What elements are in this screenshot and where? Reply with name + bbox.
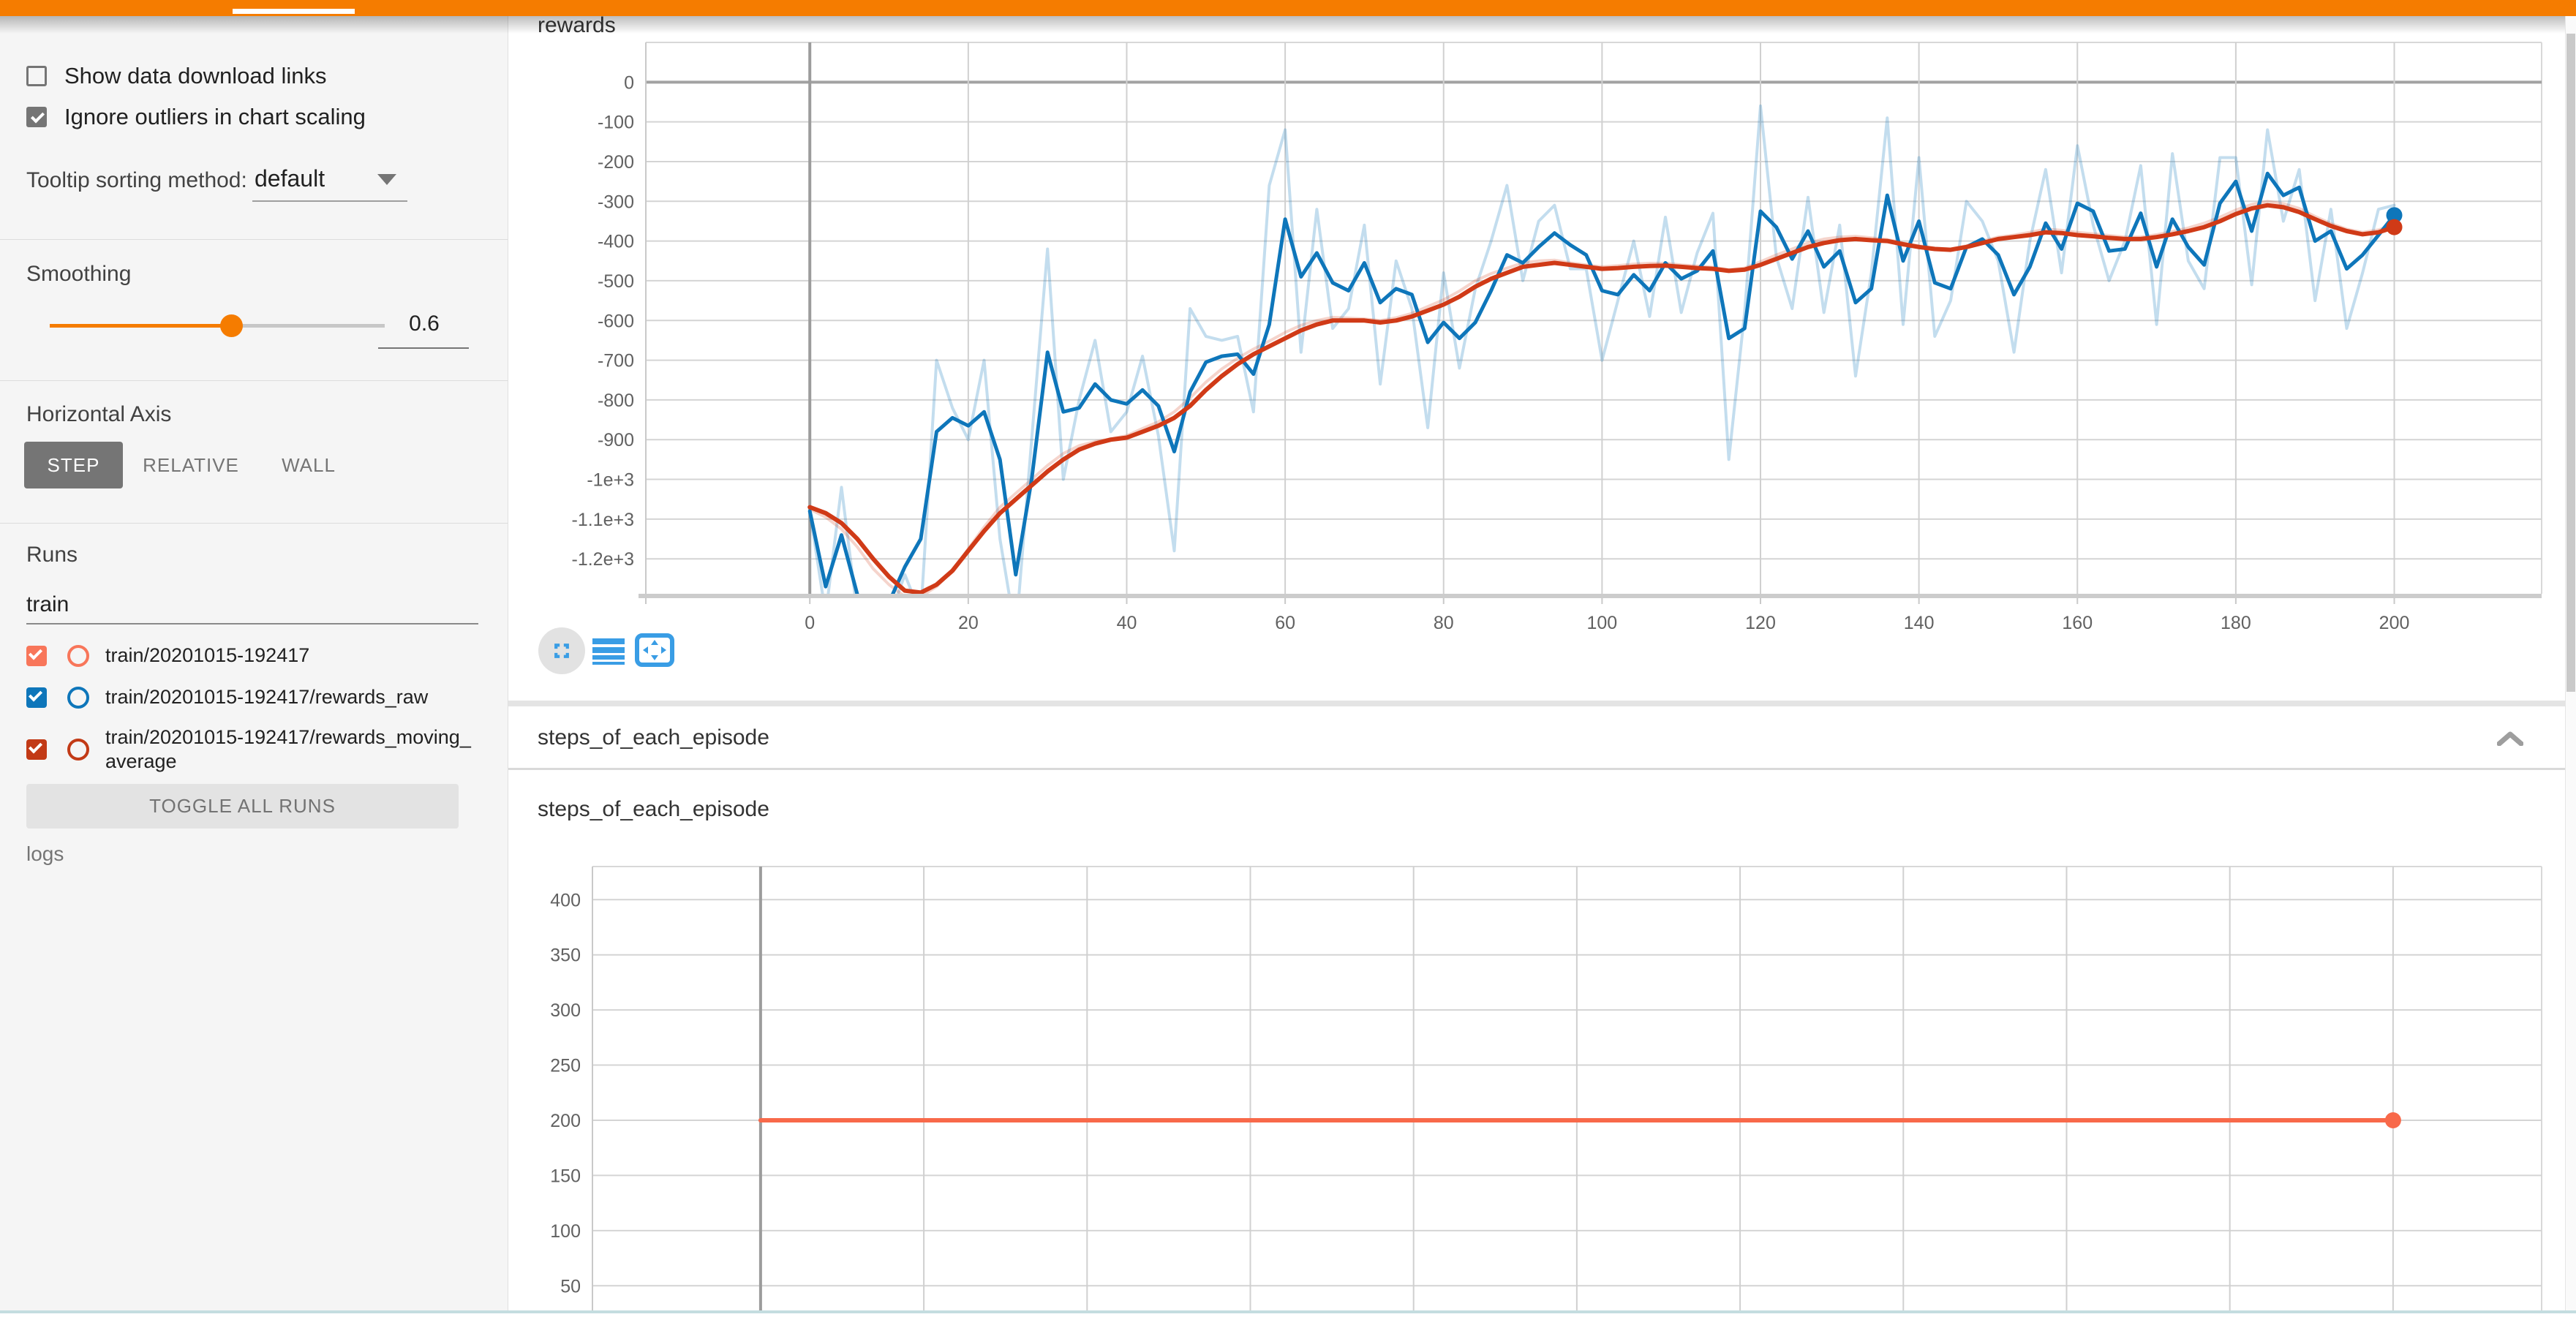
run-row-1[interactable]: train/20201015-192417 xyxy=(26,644,481,668)
rewards-chart[interactable]: 0 -100 -200 -300 -400 -500 -600 -700 -800 -900 -1e… xyxy=(508,29,2576,701)
run-checkbox-1[interactable] xyxy=(26,646,47,666)
run-label-2: train/20201015-192417/rewards_raw xyxy=(105,685,481,709)
steps-chart[interactable]: 400 350 300 250 200 150 100 50 xyxy=(508,774,2576,1313)
collapse-chevron-icon[interactable] xyxy=(2497,731,2523,746)
fullscreen-button[interactable] xyxy=(538,627,585,674)
svg-text:140: 140 xyxy=(1904,613,1935,633)
smoothing-slider-fill xyxy=(50,324,231,328)
smoothing-label: Smoothing xyxy=(26,262,131,287)
svg-text:180: 180 xyxy=(2221,613,2251,633)
svg-text:100: 100 xyxy=(1587,613,1618,633)
run-filter-input[interactable]: train xyxy=(26,592,69,617)
show-download-links-checkbox[interactable] xyxy=(26,66,47,86)
axis-step-button[interactable]: STEP xyxy=(24,442,123,488)
run-checkbox-2[interactable] xyxy=(26,687,47,708)
svg-text:-500: -500 xyxy=(598,271,634,292)
svg-text:50: 50 xyxy=(560,1276,581,1297)
svg-text:300: 300 xyxy=(550,1000,581,1021)
fullscreen-icon xyxy=(549,638,574,663)
svg-text:-1e+3: -1e+3 xyxy=(587,470,634,491)
svg-text:-1.1e+3: -1.1e+3 xyxy=(572,510,635,530)
svg-text:-800: -800 xyxy=(598,390,634,411)
app-bar-shadow xyxy=(0,16,2576,34)
logs-label: logs xyxy=(26,842,64,866)
tooltip-sorting-underline xyxy=(252,200,407,202)
runs-label: Runs xyxy=(26,543,78,567)
divider xyxy=(0,239,508,240)
svg-text:0: 0 xyxy=(624,72,634,93)
svg-text:120: 120 xyxy=(1745,613,1776,633)
svg-text:-1.2e+3: -1.2e+3 xyxy=(572,549,635,570)
scrollbar-thumb[interactable] xyxy=(2566,34,2575,692)
svg-text:200: 200 xyxy=(2379,613,2410,633)
axis-relative-button[interactable]: RELATIVE xyxy=(143,442,238,488)
svg-text:80: 80 xyxy=(1434,613,1454,633)
top-app-bar xyxy=(0,0,2576,16)
fit-data-icon xyxy=(635,633,674,667)
run-label-1: train/20201015-192417 xyxy=(105,644,481,668)
run-checkbox-3[interactable] xyxy=(26,739,47,760)
svg-text:40: 40 xyxy=(1117,613,1137,633)
run-label-3: train/20201015-192417/rewards_moving_ave… xyxy=(105,725,481,774)
svg-text:-600: -600 xyxy=(598,311,634,331)
svg-text:-300: -300 xyxy=(598,192,634,212)
run-filter-underline xyxy=(26,623,478,624)
vertical-scrollbar[interactable] xyxy=(2565,16,2576,1313)
svg-text:400: 400 xyxy=(550,890,581,910)
svg-text:-100: -100 xyxy=(598,113,634,133)
log-scale-button[interactable] xyxy=(592,638,625,665)
svg-text:-200: -200 xyxy=(598,152,634,173)
run-row-2[interactable]: train/20201015-192417/rewards_raw xyxy=(26,685,481,709)
svg-text:-900: -900 xyxy=(598,430,634,450)
steps-section-header[interactable]: steps_of_each_episode xyxy=(508,706,2566,770)
run-color-ring-2 xyxy=(67,687,89,709)
svg-text:100: 100 xyxy=(550,1221,581,1242)
chevron-down-icon[interactable] xyxy=(377,174,396,185)
section-gap xyxy=(508,701,2566,706)
svg-text:160: 160 xyxy=(2062,613,2093,633)
divider xyxy=(0,523,508,524)
settings-sidebar: Show data download links Ignore outliers… xyxy=(0,16,508,1313)
svg-text:60: 60 xyxy=(1275,613,1295,633)
active-tab-indicator xyxy=(233,9,355,14)
svg-text:250: 250 xyxy=(550,1056,581,1076)
svg-text:0: 0 xyxy=(805,613,815,633)
smoothing-value-underline xyxy=(378,347,469,349)
tooltip-sorting-label: Tooltip sorting method: xyxy=(26,168,247,193)
window-bottom-edge xyxy=(0,1310,2576,1313)
ignore-outliers-label: Ignore outliers in chart scaling xyxy=(64,104,366,130)
show-download-links-label: Show data download links xyxy=(64,63,326,89)
ignore-outliers-checkbox[interactable] xyxy=(26,107,47,127)
svg-text:-700: -700 xyxy=(598,351,634,371)
smoothing-value-input[interactable]: 0.6 xyxy=(380,312,469,336)
run-color-ring-3 xyxy=(67,739,89,761)
ignore-outliers-row[interactable]: Ignore outliers in chart scaling xyxy=(26,104,366,130)
svg-text:200: 200 xyxy=(550,1111,581,1131)
run-color-ring-1 xyxy=(67,645,89,667)
divider xyxy=(0,380,508,381)
run-row-3[interactable]: train/20201015-192417/rewards_moving_ave… xyxy=(26,725,481,774)
steps-section-title: steps_of_each_episode xyxy=(538,725,769,750)
horizontal-axis-label: Horizontal Axis xyxy=(26,402,171,427)
lines-icon xyxy=(592,638,625,665)
axis-wall-button[interactable]: WALL xyxy=(272,442,345,488)
tooltip-sorting-select[interactable]: default xyxy=(255,165,325,192)
svg-text:20: 20 xyxy=(958,613,979,633)
svg-text:-400: -400 xyxy=(598,232,634,252)
svg-text:150: 150 xyxy=(550,1166,581,1186)
smoothing-slider-thumb[interactable] xyxy=(220,314,243,337)
svg-text:350: 350 xyxy=(550,946,581,966)
toggle-all-runs-button[interactable]: TOGGLE ALL RUNS xyxy=(26,784,459,829)
fit-domain-button[interactable] xyxy=(635,633,674,667)
show-download-links-row[interactable]: Show data download links xyxy=(26,63,326,89)
